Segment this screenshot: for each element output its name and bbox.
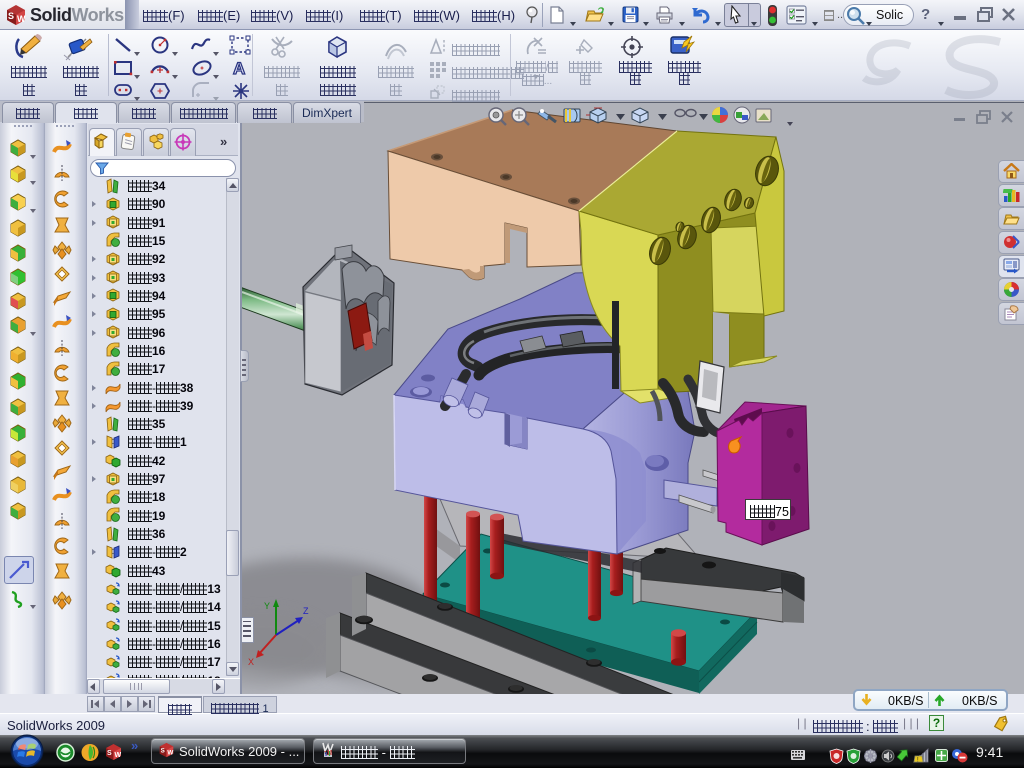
svg-text:S: S xyxy=(107,750,112,757)
svg-text:W: W xyxy=(17,14,26,24)
svg-text:W: W xyxy=(167,749,173,756)
svg-text:W: W xyxy=(115,752,122,759)
svg-text:Z: Z xyxy=(303,606,309,616)
svg-text:Y: Y xyxy=(264,601,270,611)
svg-text:S: S xyxy=(161,748,165,755)
svg-text:S: S xyxy=(8,11,14,21)
svg-text:A: A xyxy=(233,59,245,78)
svg-text:X: X xyxy=(248,657,254,667)
